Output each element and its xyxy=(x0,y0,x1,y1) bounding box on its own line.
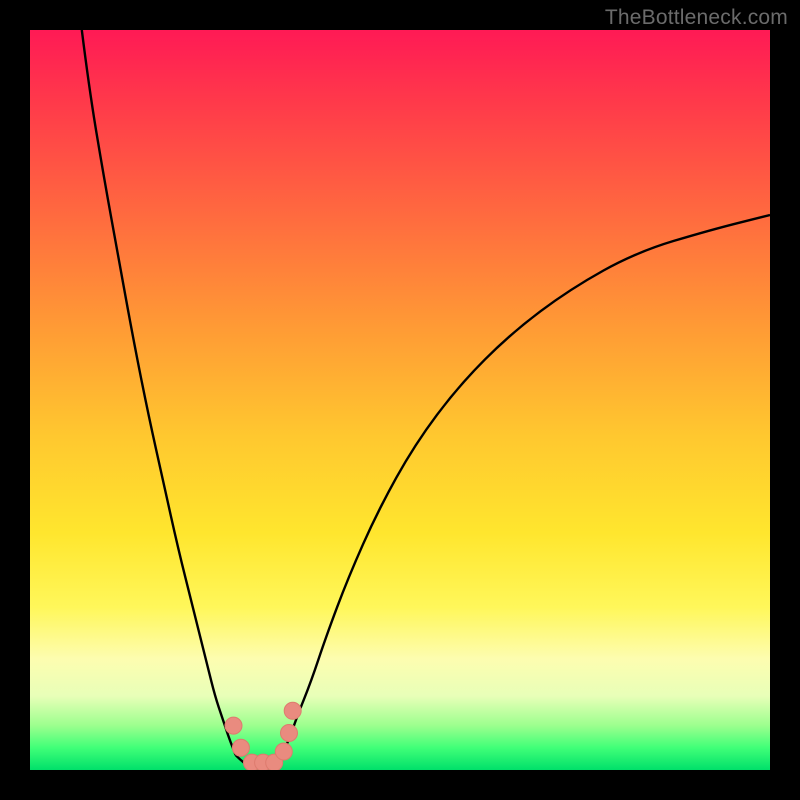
curve-left-branch xyxy=(82,30,236,755)
marker-point xyxy=(232,739,249,756)
marker-point xyxy=(275,743,292,760)
curve-group xyxy=(82,30,770,766)
chart-plot-area xyxy=(30,30,770,770)
watermark-text: TheBottleneck.com xyxy=(605,6,788,30)
chart-svg xyxy=(30,30,770,770)
curve-right-branch xyxy=(282,215,770,755)
marker-point xyxy=(225,717,242,734)
marker-group xyxy=(225,702,301,770)
marker-point xyxy=(281,725,298,742)
chart-frame: TheBottleneck.com xyxy=(0,0,800,800)
marker-point xyxy=(284,702,301,719)
